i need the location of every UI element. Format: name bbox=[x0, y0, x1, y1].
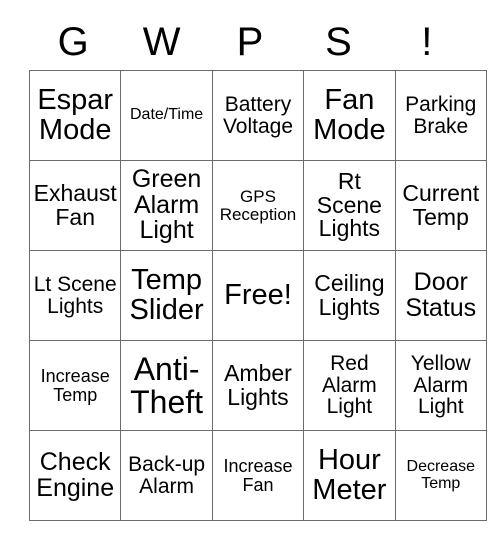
bingo-cell-label: Parking Brake bbox=[405, 93, 477, 138]
bingo-cell-4-4[interactable]: Decrease Temp bbox=[394, 430, 487, 521]
bingo-cell-3-3[interactable]: Red Alarm Light bbox=[303, 340, 396, 431]
bingo-cell-0-2[interactable]: Battery Voltage bbox=[211, 70, 305, 161]
bingo-cell-4-0[interactable]: Check Engine bbox=[28, 430, 122, 521]
bingo-card: G W P S ! Espar Mode Date/Time Battery V… bbox=[28, 14, 487, 521]
bingo-cell-3-4[interactable]: Yellow Alarm Light bbox=[394, 340, 487, 431]
bingo-cell-free[interactable]: Free! bbox=[211, 250, 305, 341]
bingo-row-4: Check Engine Back-up Alarm Increase Fan … bbox=[28, 430, 487, 521]
bingo-cell-label: Door Status bbox=[405, 268, 477, 322]
bingo-cell-label: GPS Reception bbox=[219, 187, 297, 224]
bingo-cell-label: Increase Temp bbox=[40, 366, 110, 405]
bingo-cell-0-4[interactable]: Parking Brake bbox=[394, 70, 487, 161]
bingo-cell-1-4[interactable]: Current Temp bbox=[394, 160, 487, 251]
bingo-cell-label: Yellow Alarm Light bbox=[410, 352, 471, 419]
bingo-cell-label: Current Temp bbox=[402, 180, 480, 230]
bingo-cell-label: Back-up Alarm bbox=[128, 453, 206, 498]
bingo-cell-1-0[interactable]: Exhaust Fan bbox=[28, 160, 122, 251]
bingo-cell-1-3[interactable]: Rt Scene Lights bbox=[303, 160, 396, 251]
bingo-free-label: Free! bbox=[224, 278, 292, 311]
bingo-cell-4-2[interactable]: Increase Fan bbox=[211, 430, 305, 521]
bingo-cell-4-1[interactable]: Back-up Alarm bbox=[120, 430, 213, 521]
bingo-cell-2-1[interactable]: Temp Slider bbox=[120, 250, 213, 341]
bingo-cell-1-2[interactable]: GPS Reception bbox=[211, 160, 305, 251]
bingo-header-letter-2: P bbox=[236, 20, 264, 64]
bingo-header-row: G W P S ! bbox=[29, 14, 471, 70]
bingo-cell-label: Rt Scene Lights bbox=[316, 168, 382, 242]
bingo-header-letter-1: W bbox=[142, 20, 181, 64]
bingo-cell-3-1[interactable]: Anti-Theft bbox=[120, 340, 213, 431]
bingo-cell-label: Battery Voltage bbox=[222, 93, 294, 138]
bingo-cell-3-0[interactable]: Increase Temp bbox=[28, 340, 122, 431]
bingo-cell-0-1[interactable]: Date/Time bbox=[120, 70, 213, 161]
bingo-cell-label: Date/Time bbox=[129, 106, 204, 124]
bingo-grid: Espar Mode Date/Time Battery Voltage Fan… bbox=[28, 70, 487, 521]
bingo-header-letter-3: S bbox=[325, 20, 352, 64]
bingo-header-letter-0: G bbox=[57, 20, 89, 64]
bingo-cell-label: Amber Lights bbox=[224, 360, 292, 410]
bingo-cell-2-0[interactable]: Lt Scene Lights bbox=[28, 250, 122, 341]
bingo-cell-label: Check Engine bbox=[36, 448, 115, 502]
bingo-cell-label: Temp Slider bbox=[129, 263, 204, 326]
bingo-cell-label: Red Alarm Light bbox=[321, 352, 377, 419]
bingo-row-1: Exhaust Fan Green Alarm Light GPS Recept… bbox=[28, 160, 487, 251]
bingo-cell-label: Fan Mode bbox=[313, 83, 386, 146]
bingo-cell-label: Ceiling Lights bbox=[314, 270, 385, 320]
bingo-cell-label: Decrease Temp bbox=[406, 458, 475, 492]
bingo-cell-label: Lt Scene Lights bbox=[33, 273, 117, 318]
bingo-cell-4-3[interactable]: Hour Meter bbox=[303, 430, 396, 521]
bingo-cell-0-3[interactable]: Fan Mode bbox=[303, 70, 396, 161]
bingo-cell-3-2[interactable]: Amber Lights bbox=[211, 340, 305, 431]
bingo-cell-label: Exhaust Fan bbox=[33, 180, 117, 230]
bingo-header-letter-4: ! bbox=[421, 20, 433, 64]
bingo-cell-2-4[interactable]: Door Status bbox=[394, 250, 487, 341]
bingo-cell-1-1[interactable]: Green Alarm Light bbox=[120, 160, 213, 251]
bingo-row-2: Lt Scene Lights Temp Slider Free! Ceilin… bbox=[28, 250, 487, 341]
bingo-cell-label: Anti-Theft bbox=[130, 350, 204, 420]
bingo-cell-label: Increase Fan bbox=[223, 456, 293, 495]
bingo-row-0: Espar Mode Date/Time Battery Voltage Fan… bbox=[28, 70, 487, 161]
bingo-cell-label: Espar Mode bbox=[37, 83, 114, 146]
bingo-cell-2-3[interactable]: Ceiling Lights bbox=[303, 250, 396, 341]
bingo-cell-label: Green Alarm Light bbox=[131, 165, 202, 245]
bingo-cell-label: Hour Meter bbox=[312, 443, 387, 506]
bingo-row-3: Increase Temp Anti-Theft Amber Lights Re… bbox=[28, 340, 487, 431]
bingo-cell-0-0[interactable]: Espar Mode bbox=[28, 70, 122, 161]
